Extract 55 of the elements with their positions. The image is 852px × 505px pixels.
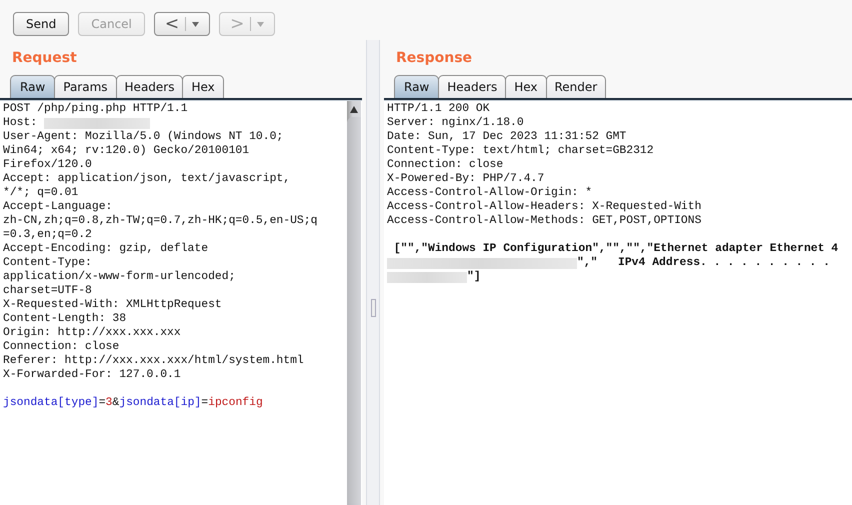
code-text: Referer: http://xxx.xxx.xxx/html/system.html	[3, 354, 304, 368]
tab[interactable]: Params	[54, 75, 117, 98]
caret-icon	[257, 22, 264, 26]
code-text: "]	[467, 270, 481, 284]
tab[interactable]: Headers	[438, 75, 506, 98]
code-text: zh-CN,zh;q=0.8,zh-TW;q=0.7,zh-HK;q=0.5,en-US;q	[3, 214, 318, 228]
code-text: ["","Windows IP Configuration","","","Ethernet adapter Ethernet 4	[392, 242, 838, 256]
code-text: */*; q=0.01	[3, 186, 78, 200]
code-text: =0.3,en;q=0.2	[3, 228, 92, 242]
code-text: Access-Control-Allow-Origin: *	[387, 186, 592, 200]
code-text: charset=UTF-8	[3, 284, 92, 298]
code-text: Win64; x64; rv:120.0) Gecko/20100101	[3, 144, 250, 158]
code-text: Origin: http://xxx.xxx.xxx	[3, 326, 181, 340]
send-button[interactable]: Send	[13, 12, 70, 36]
code-text: ipconfig	[208, 396, 263, 410]
code-text: "," IPv4 Address. . . . . . . . . .	[577, 256, 830, 270]
code-text: HTTP/1.1 200 OK	[387, 102, 490, 116]
caret-icon	[192, 22, 200, 26]
code-text: application/x-www-form-urlencoded;	[3, 270, 236, 284]
code-text: Accept: application/json, text/javascript,	[3, 172, 290, 186]
pane-title: Response	[395, 49, 474, 68]
history-nav-button[interactable]: <	[154, 12, 210, 36]
pane-title: Request	[11, 49, 78, 68]
tab[interactable]: Raw	[394, 75, 440, 98]
code-text: POST /php/ping.php HTTP/1.1	[3, 102, 188, 116]
code-text: =	[201, 396, 208, 410]
code-text: Access-Control-Allow-Headers: X-Requested-With	[387, 200, 702, 214]
code-text: Accept-Language:	[3, 200, 112, 214]
code-text: Content-Length: 38	[3, 312, 126, 326]
code-text: 3	[106, 396, 112, 410]
code-text: Connection: close	[3, 340, 120, 354]
code-text: jsondata[ip]	[119, 396, 202, 410]
code-text: Server: nginx/1.18.0	[387, 116, 524, 130]
code-text: X-Forwarded-For: 127.0.0.1	[3, 368, 181, 382]
tab[interactable]: Raw	[10, 75, 56, 98]
code-text: Date: Sun, 17 Dec 2023 11:31:52 GMT	[387, 130, 626, 144]
code-text: X-Powered-By: PHP/7.4.7	[387, 172, 544, 186]
code-text: Content-Type:	[3, 256, 92, 270]
code-text: Content-Type: text/html; charset=GB2312	[387, 144, 654, 158]
vertical-scrollbar[interactable]	[347, 101, 361, 505]
code-text: X-Requested-With: XMLHttpRequest	[3, 298, 222, 312]
code-text: =	[98, 396, 106, 410]
code-text: Host:	[3, 116, 38, 130]
code-text: User-Agent: Mozilla/5.0 (Windows NT 10.0;	[3, 130, 284, 144]
code-text: jsondata[type]	[3, 396, 99, 410]
scroll-up-icon[interactable]	[350, 106, 358, 113]
tab[interactable]: Render	[546, 75, 606, 98]
code-text: &	[112, 396, 120, 410]
code-text: Accept-Encoding: gzip, deflate	[3, 242, 208, 256]
code-text: Firefox/120.0	[3, 158, 92, 172]
tab[interactable]: Hex	[182, 75, 224, 98]
code-text: Access-Control-Allow-Methods: GET,POST,OPTIONS	[387, 214, 702, 228]
code-text: Connection: close	[387, 158, 504, 172]
tab[interactable]: Headers	[116, 75, 184, 98]
tab[interactable]: Hex	[505, 75, 546, 98]
